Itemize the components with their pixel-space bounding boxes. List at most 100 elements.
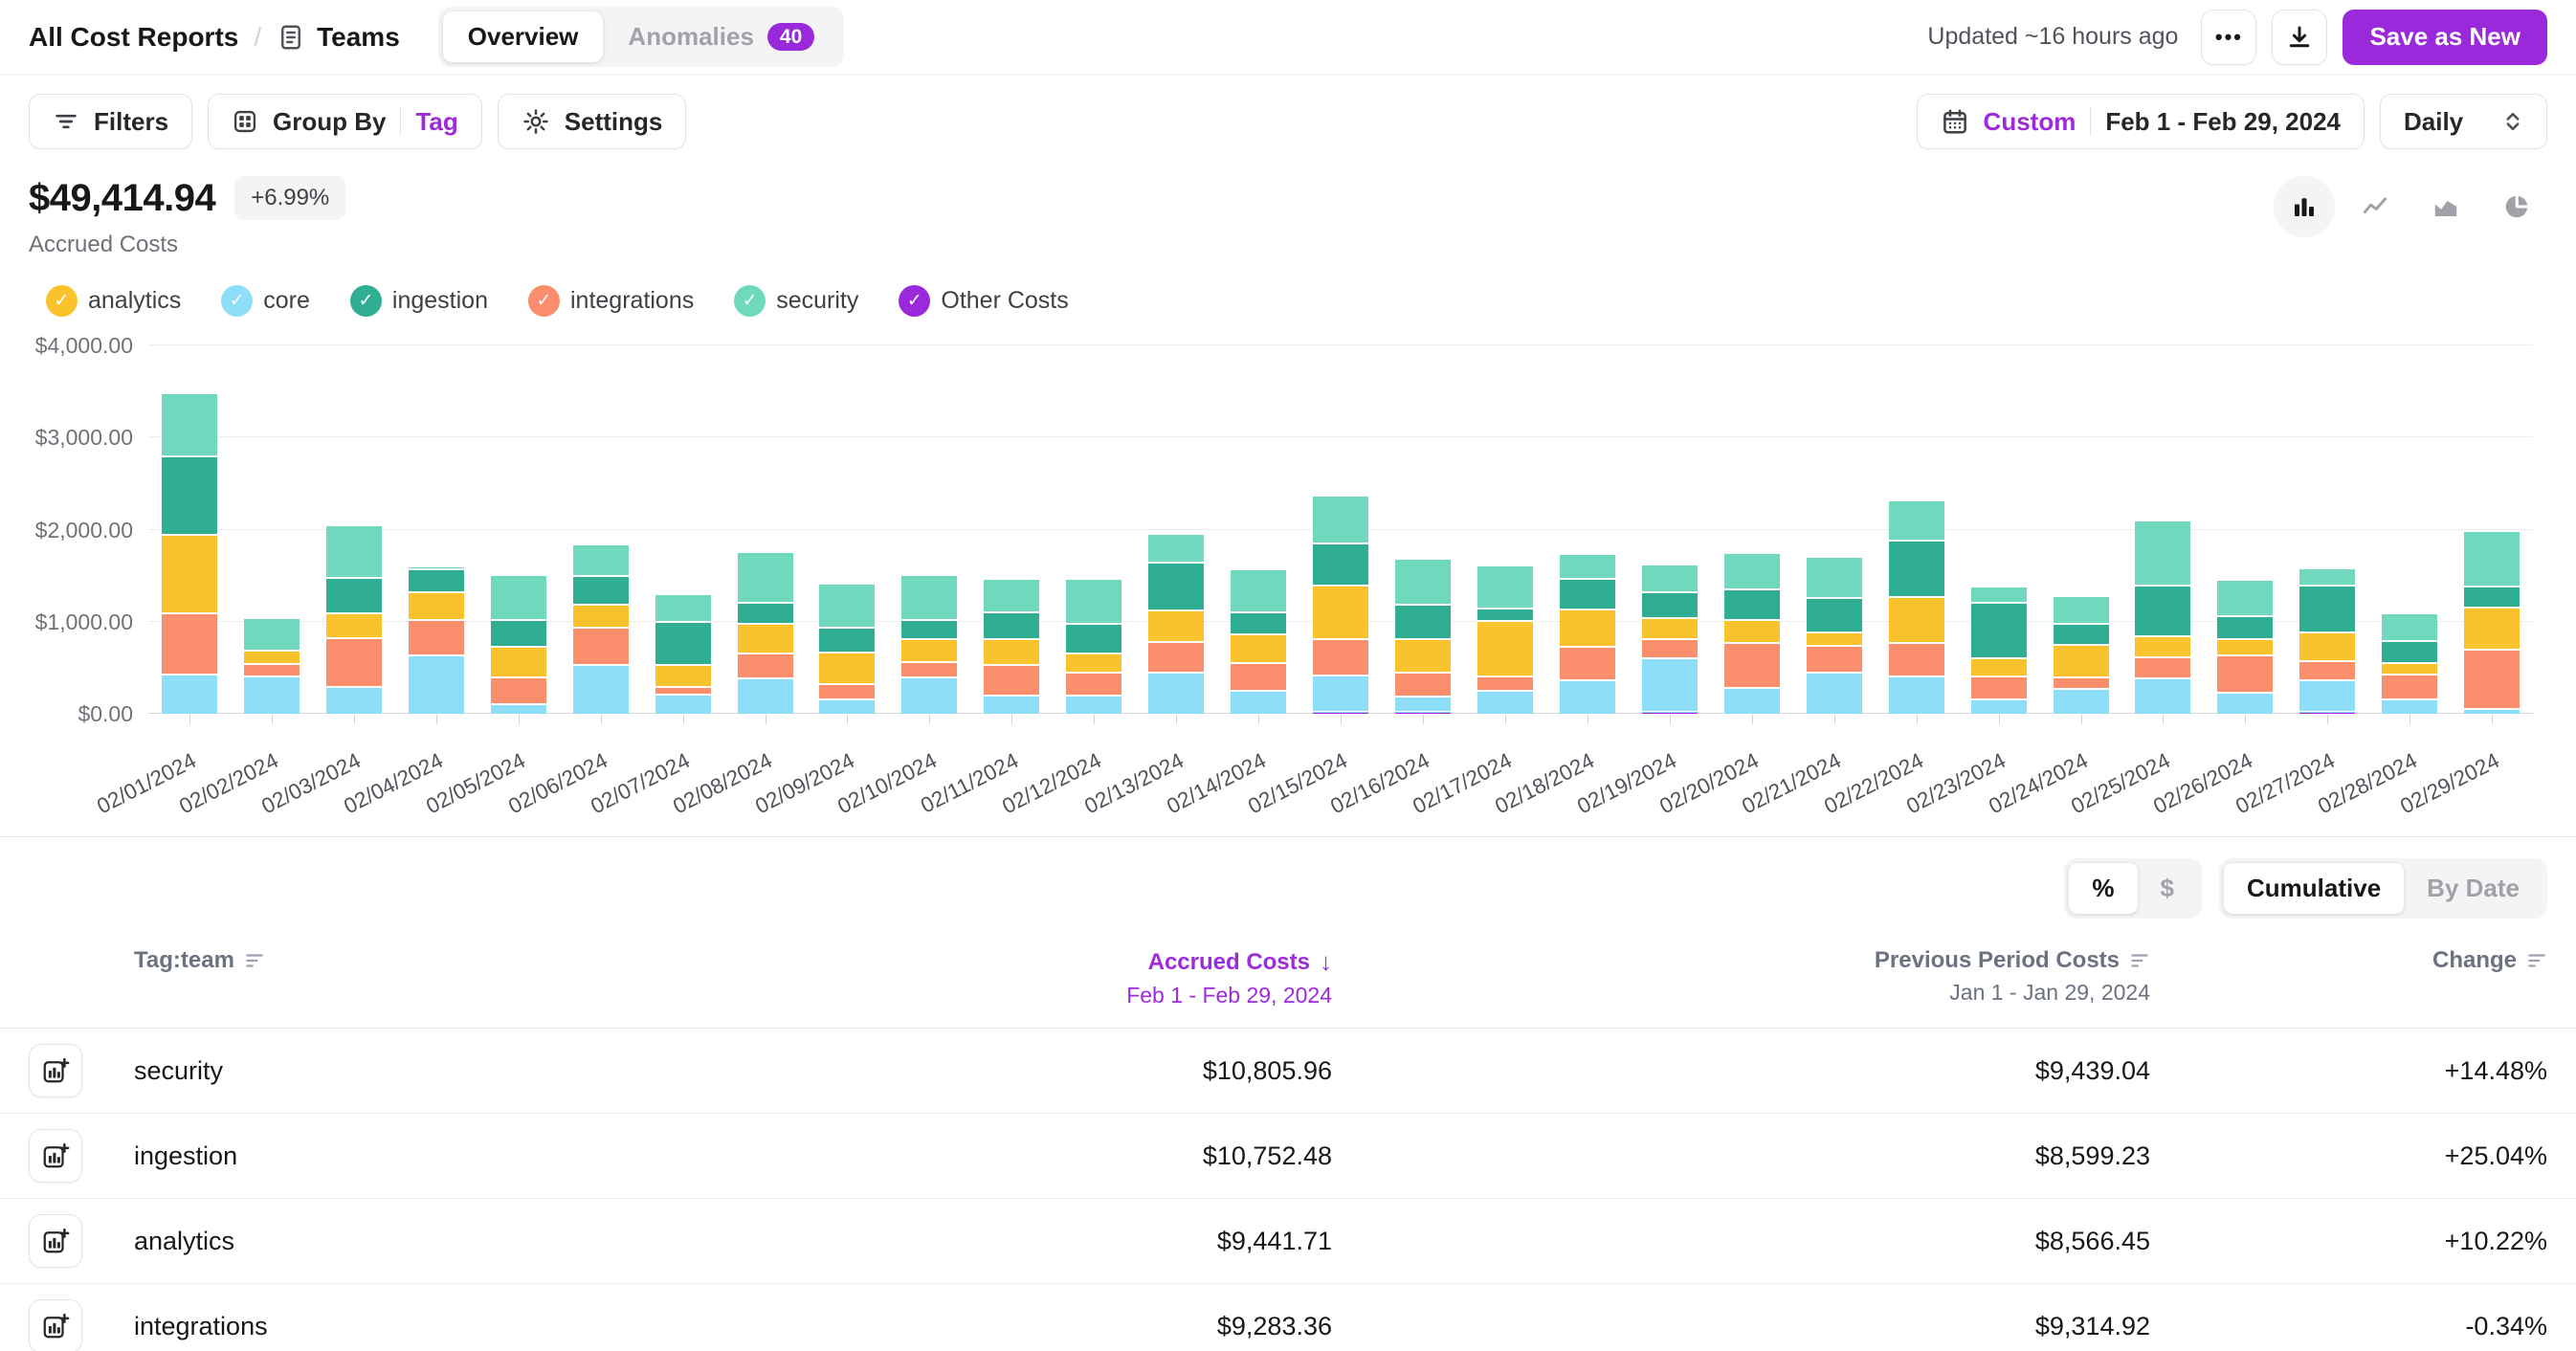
bar-segment-ingestion[interactable] <box>2217 617 2273 640</box>
stacked-bar[interactable] <box>1642 345 1698 714</box>
bar-segment-ingestion[interactable] <box>2054 625 2109 646</box>
bar-segment-analytics[interactable] <box>2299 633 2355 662</box>
bar-segment-core[interactable] <box>1889 677 1944 715</box>
toggle-unit-%[interactable]: % <box>2069 863 2137 914</box>
bar-segment-security[interactable] <box>819 585 875 629</box>
bar-segment-security[interactable] <box>1724 554 1780 590</box>
bar-segment-ingestion[interactable] <box>2464 587 2520 609</box>
bar-segment-ingestion[interactable] <box>1889 542 1944 598</box>
bar-segment-integrations[interactable] <box>1889 644 1944 676</box>
bar-segment-ingestion[interactable] <box>1971 604 2027 659</box>
bar-segment-analytics[interactable] <box>491 648 546 679</box>
column-header-accrued-costs[interactable]: Accrued Costs ↓ Feb 1 - Feb 29, 2024 <box>662 947 1332 1008</box>
bar-segment-integrations[interactable] <box>984 666 1039 697</box>
bar-segment-core[interactable] <box>1560 681 1615 714</box>
bar-segment-integrations[interactable] <box>1313 640 1368 676</box>
bar-segment-core[interactable] <box>1313 676 1368 714</box>
bar-segment-integrations[interactable] <box>2135 658 2190 679</box>
bar-segment-integrations[interactable] <box>2054 678 2109 690</box>
column-header-tagteam[interactable]: Tag:team <box>121 947 662 974</box>
bar-segment-security[interactable] <box>1477 566 1533 609</box>
bar-segment-security[interactable] <box>573 545 629 577</box>
bar-segment-core[interactable] <box>901 678 957 714</box>
bar-segment-analytics[interactable] <box>1395 640 1451 674</box>
bar-segment-security[interactable] <box>1395 560 1451 606</box>
bar-segment-security[interactable] <box>1231 570 1286 613</box>
stacked-bar[interactable] <box>984 345 1039 714</box>
bar-segment-ingestion[interactable] <box>2135 587 2190 637</box>
bar-segment-integrations[interactable] <box>244 665 300 677</box>
bar-segment-ingestion[interactable] <box>984 613 1039 640</box>
stacked-bar[interactable] <box>1560 345 1615 714</box>
column-header-change[interactable]: Change <box>2150 947 2547 974</box>
legend-item-other-costs[interactable]: ✓Other Costs <box>899 285 1068 317</box>
bar-segment-security[interactable] <box>901 576 957 621</box>
bar-segment-analytics[interactable] <box>2054 646 2109 679</box>
bar-segment-analytics[interactable] <box>2135 637 2190 659</box>
add-to-chart-button[interactable] <box>29 1299 82 1351</box>
bar-segment-analytics[interactable] <box>1066 654 1121 674</box>
stacked-bar[interactable] <box>1477 345 1533 714</box>
bar-segment-core[interactable] <box>1807 674 1862 714</box>
stacked-bar[interactable] <box>1971 345 2027 714</box>
bar-segment-core[interactable] <box>1395 698 1451 713</box>
column-header-previous-period[interactable]: Previous Period Costs Jan 1 - Jan 29, 20… <box>1332 947 2150 1006</box>
bar-segment-ingestion[interactable] <box>1313 544 1368 587</box>
stacked-bar[interactable] <box>2299 345 2355 714</box>
toggle-mode-cumulative[interactable]: Cumulative <box>2224 863 2404 914</box>
bar-segment-analytics[interactable] <box>1889 598 1944 645</box>
download-button[interactable] <box>2272 10 2327 65</box>
bar-segment-security[interactable] <box>1313 497 1368 544</box>
bar-segment-security[interactable] <box>162 394 217 457</box>
bar-segment-ingestion[interactable] <box>1477 609 1533 622</box>
bar-segment-integrations[interactable] <box>2382 676 2437 700</box>
bar-segment-analytics[interactable] <box>1313 587 1368 640</box>
stacked-bar[interactable] <box>2135 345 2190 714</box>
stacked-bar[interactable] <box>409 345 464 714</box>
bar-segment-analytics[interactable] <box>1148 611 1204 643</box>
bar-segment-integrations[interactable] <box>573 629 629 666</box>
tab-overview[interactable]: Overview <box>443 11 604 62</box>
stacked-bar[interactable] <box>326 345 382 714</box>
bar-segment-security[interactable] <box>1642 565 1698 593</box>
bar-segment-ingestion[interactable] <box>1724 590 1780 621</box>
bar-segment-integrations[interactable] <box>901 663 957 679</box>
bar-segment-core[interactable] <box>1231 692 1286 714</box>
bar-segment-integrations[interactable] <box>655 688 711 696</box>
filters-button[interactable]: Filters <box>29 94 192 149</box>
bar-segment-integrations[interactable] <box>1066 674 1121 697</box>
pie-chart-icon-button[interactable] <box>2486 176 2547 237</box>
bar-segment-security[interactable] <box>2054 597 2109 625</box>
bar-segment-analytics[interactable] <box>1477 622 1533 676</box>
bar-segment-security[interactable] <box>2382 614 2437 642</box>
bar-segment-ingestion[interactable] <box>162 457 217 536</box>
bar-segment-analytics[interactable] <box>984 640 1039 666</box>
stacked-bar[interactable] <box>2217 345 2273 714</box>
bar-segment-core[interactable] <box>1148 674 1204 714</box>
bar-segment-security[interactable] <box>1560 555 1615 580</box>
bar-segment-integrations[interactable] <box>1642 640 1698 659</box>
bar-segment-ingestion[interactable] <box>573 577 629 607</box>
bar-segment-core[interactable] <box>2217 694 2273 714</box>
bar-segment-core[interactable] <box>2054 690 2109 714</box>
stacked-bar[interactable] <box>573 345 629 714</box>
date-range-button[interactable]: Custom Feb 1 - Feb 29, 2024 <box>1917 94 2365 149</box>
bar-segment-integrations[interactable] <box>1724 644 1780 688</box>
bar-segment-ingestion[interactable] <box>326 579 382 615</box>
bar-segment-analytics[interactable] <box>738 625 793 655</box>
bar-segment-analytics[interactable] <box>2464 609 2520 651</box>
bar-segment-core[interactable] <box>491 705 546 714</box>
stacked-bar[interactable] <box>1889 345 1944 714</box>
bar-segment-analytics[interactable] <box>655 666 711 688</box>
bar-chart-icon-button[interactable] <box>2274 176 2335 237</box>
bar-segment-security[interactable] <box>1807 558 1862 598</box>
bar-segment-security[interactable] <box>1148 535 1204 564</box>
legend-item-core[interactable]: ✓core <box>221 285 310 317</box>
bar-segment-integrations[interactable] <box>1807 647 1862 674</box>
bar-segment-ingestion[interactable] <box>1231 613 1286 635</box>
bar-segment-core[interactable] <box>244 677 300 714</box>
bar-segment-core[interactable] <box>655 696 711 714</box>
bar-segment-security[interactable] <box>738 553 793 604</box>
save-as-new-button[interactable]: Save as New <box>2343 10 2547 65</box>
bar-segment-analytics[interactable] <box>1560 610 1615 648</box>
